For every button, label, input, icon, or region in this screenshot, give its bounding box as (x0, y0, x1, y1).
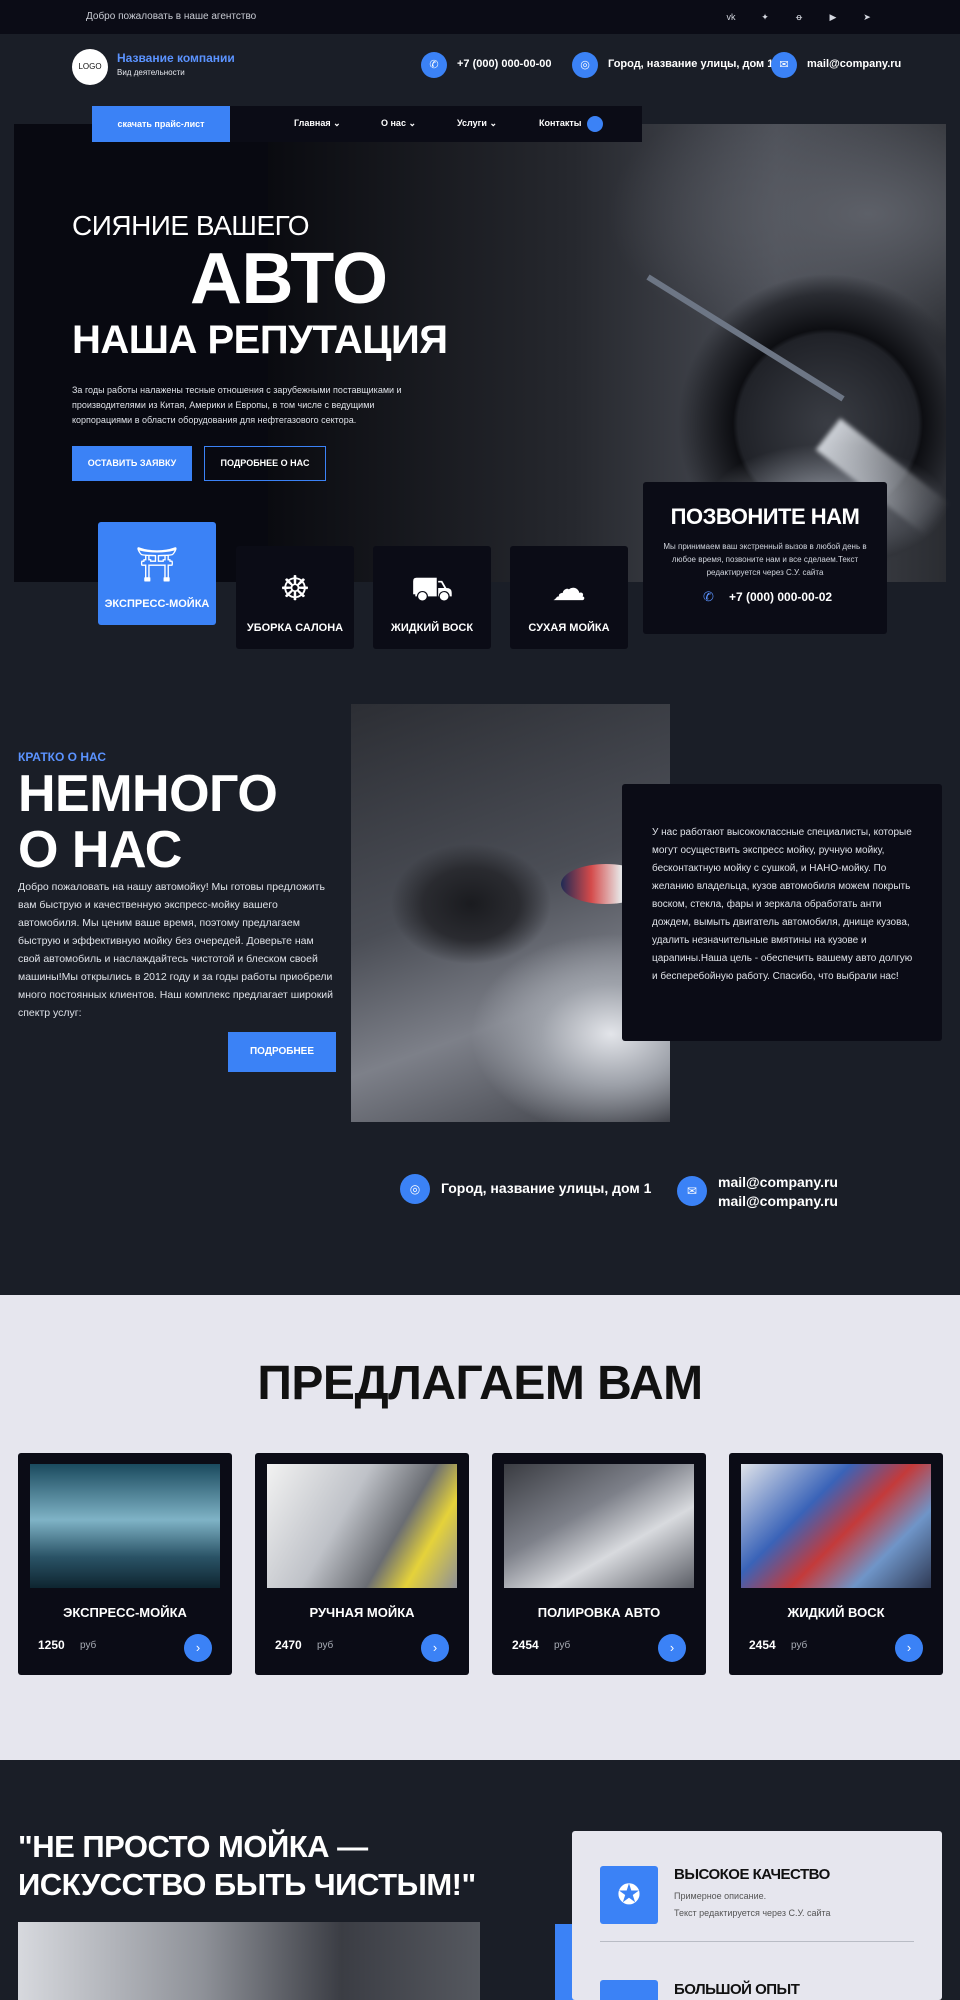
offer-card-express-wash[interactable]: ЭКСПРЕСС-МОЙКА 1250 руб › (18, 1453, 232, 1675)
service-label: ЖИДКИЙ ВОСК (390, 622, 474, 634)
hero-line-2: АВТО (190, 239, 388, 319)
nav-item-contacts[interactable]: Контакты (539, 118, 581, 128)
top-bar: Добро пожаловать в наше агентство vk ✦ ꝋ… (0, 0, 960, 34)
arrow-right-icon[interactable]: › (184, 1634, 212, 1662)
mail-icon: ✉ (771, 52, 797, 78)
call-title: ПОЗВОНИТЕ НАМ (670, 504, 860, 529)
book-icon: ✉ (600, 1980, 658, 2000)
hand-wash-photo (267, 1464, 457, 1588)
feature-title: ВЫСОКОЕ КАЧЕСТВО (674, 1866, 830, 1883)
offer-currency: руб (317, 1640, 334, 1651)
mail-icon: ✉ (677, 1176, 707, 1206)
offer-name: ПОЛИРОВКА АВТО (537, 1605, 661, 1620)
steering-wheel-icon: ☸ (279, 570, 311, 608)
nav-item-home[interactable]: Главная ⌄ (294, 118, 341, 129)
phone-icon: ✆ (703, 589, 714, 604)
feature-desc: Примерное описание. (674, 1891, 767, 1901)
offer-price: 1250 (38, 1638, 65, 1652)
logo[interactable]: LOGO (72, 49, 108, 85)
offers-title: ПРЕДЛАГАЕМ ВАМ (257, 1357, 703, 1410)
call-us-card: ПОЗВОНИТЕ НАМ Мы принимаем ваш экстренны… (643, 482, 887, 634)
header-phone[interactable]: +7 (000) 000-00-00 (457, 58, 551, 70)
more-button[interactable]: ПОДРОБНЕЕ (228, 1032, 336, 1072)
nav-item-about[interactable]: О нас ⌄ (381, 118, 416, 129)
offer-card-liquid-wax[interactable]: ЖИДКИЙ ВОСК 2454 руб › (729, 1453, 943, 1675)
call-description: Мы принимаем ваш экстренный вызов в любо… (663, 542, 867, 577)
foam-car-icon: ☁ (552, 570, 586, 608)
offer-currency: руб (80, 1640, 97, 1651)
feature-title: БОЛЬШОЙ ОПЫТ (674, 1981, 800, 1998)
offer-name: ЖИДКИЙ ВОСК (787, 1605, 885, 1620)
about-kicker: КРАТКО О НАС (18, 750, 107, 764)
service-tile-wax[interactable]: ⛟ ЖИДКИЙ ВОСК (373, 546, 491, 649)
divider (600, 1941, 914, 1942)
nav-item-services[interactable]: Услуги ⌄ (457, 118, 497, 129)
call-phone[interactable]: +7 (000) 000-00-02 (729, 590, 832, 604)
youtube-icon[interactable]: ▶ (826, 10, 840, 24)
chevron-down-icon: ⌄ (408, 118, 417, 128)
chevron-down-icon: ⌄ (489, 118, 497, 128)
arrow-right-icon[interactable]: › (421, 1634, 449, 1662)
offer-card-polishing[interactable]: ПОЛИРОВКА АВТО 2454 руб › (492, 1453, 706, 1675)
service-tile-interior[interactable]: ☸ УБОРКА САЛОНА (236, 546, 354, 649)
liquid-wax-photo (741, 1464, 931, 1588)
car-icon: ⛟ (410, 570, 454, 608)
arrow-right-icon[interactable]: › (895, 1634, 923, 1662)
about-email-2[interactable]: mail@company.ru (718, 1193, 838, 1209)
offer-currency: руб (791, 1640, 808, 1651)
offer-name: ЭКСПРЕСС-МОЙКА (63, 1605, 187, 1620)
about-card-text: У нас работают высококлассные специалист… (652, 827, 913, 982)
about-email-1[interactable]: mail@company.ru (718, 1174, 838, 1190)
service-label: ЭКСПРЕСС-МОЙКА (104, 598, 210, 610)
about-title: НЕМНОГО О НАС (18, 765, 278, 879)
header-email[interactable]: mail@company.ru (807, 58, 901, 70)
download-price-button[interactable]: скачать прайс-лист (92, 106, 230, 142)
company-name: Название компании (117, 51, 235, 65)
phone-icon: ✆ (421, 52, 447, 78)
offer-name: РУЧНАЯ МОЙКА (309, 1605, 415, 1620)
vk-icon[interactable]: vk (724, 10, 738, 24)
header-address: Город, название улицы, дом 1 (608, 58, 774, 70)
service-tile-express-wash[interactable]: ⛩ ЭКСПРЕСС-МОЙКА (98, 522, 216, 625)
telegram-icon[interactable]: ➤ (860, 10, 874, 24)
offer-price: 2454 (749, 1638, 776, 1652)
quote-photo (18, 1922, 480, 2000)
twitter-icon[interactable]: ✦ (758, 10, 772, 24)
more-about-us-button[interactable]: ПОДРОБНЕЕ О НАС (204, 446, 326, 481)
ok-icon[interactable]: ꝋ (792, 10, 806, 24)
hero-line-3: НАША РЕПУТАЦИЯ (72, 318, 448, 362)
order-button[interactable]: ОСТАВИТЬ ЗАЯВКУ (72, 446, 192, 481)
search-icon[interactable] (587, 116, 603, 132)
car-wash-icon: ⛩ (135, 546, 179, 584)
arrow-right-icon[interactable]: › (658, 1634, 686, 1662)
company-activity: Вид деятельности (117, 68, 185, 77)
service-label: СУХАЯ МОЙКА (528, 622, 610, 634)
service-tile-dry-wash[interactable]: ☁ СУХАЯ МОЙКА (510, 546, 628, 649)
welcome-text: Добро пожаловать в наше агентство (86, 11, 257, 22)
offer-price: 2470 (275, 1638, 302, 1652)
offer-card-hand-wash[interactable]: РУЧНАЯ МОЙКА 2470 руб › (255, 1453, 469, 1675)
location-icon: ◎ (572, 52, 598, 78)
chevron-down-icon: ⌄ (333, 118, 341, 128)
hero-description: За годы работы налажены тесные отношения… (72, 385, 402, 425)
offer-currency: руб (554, 1640, 571, 1651)
offer-price: 2454 (512, 1638, 539, 1652)
express-wash-photo (30, 1464, 220, 1588)
feature-desc: Текст редактируется через С.У. сайта (674, 1908, 831, 1918)
about-text: Добро пожаловать на нашу автомойку! Мы г… (18, 881, 334, 1019)
service-label: УБОРКА САЛОНА (246, 622, 344, 634)
location-icon: ◎ (400, 1174, 430, 1204)
polishing-photo (504, 1464, 694, 1588)
pressure-washer-wand (646, 274, 845, 402)
medal-icon: ✪ (600, 1866, 658, 1924)
about-address: Город, название улицы, дом 1 (441, 1180, 652, 1196)
about-card: У нас работают высококлассные специалист… (622, 784, 942, 1041)
quote-heading: "НЕ ПРОСТО МОЙКА — ИСКУССТВО БЫТЬ ЧИСТЫМ… (18, 1829, 476, 1902)
